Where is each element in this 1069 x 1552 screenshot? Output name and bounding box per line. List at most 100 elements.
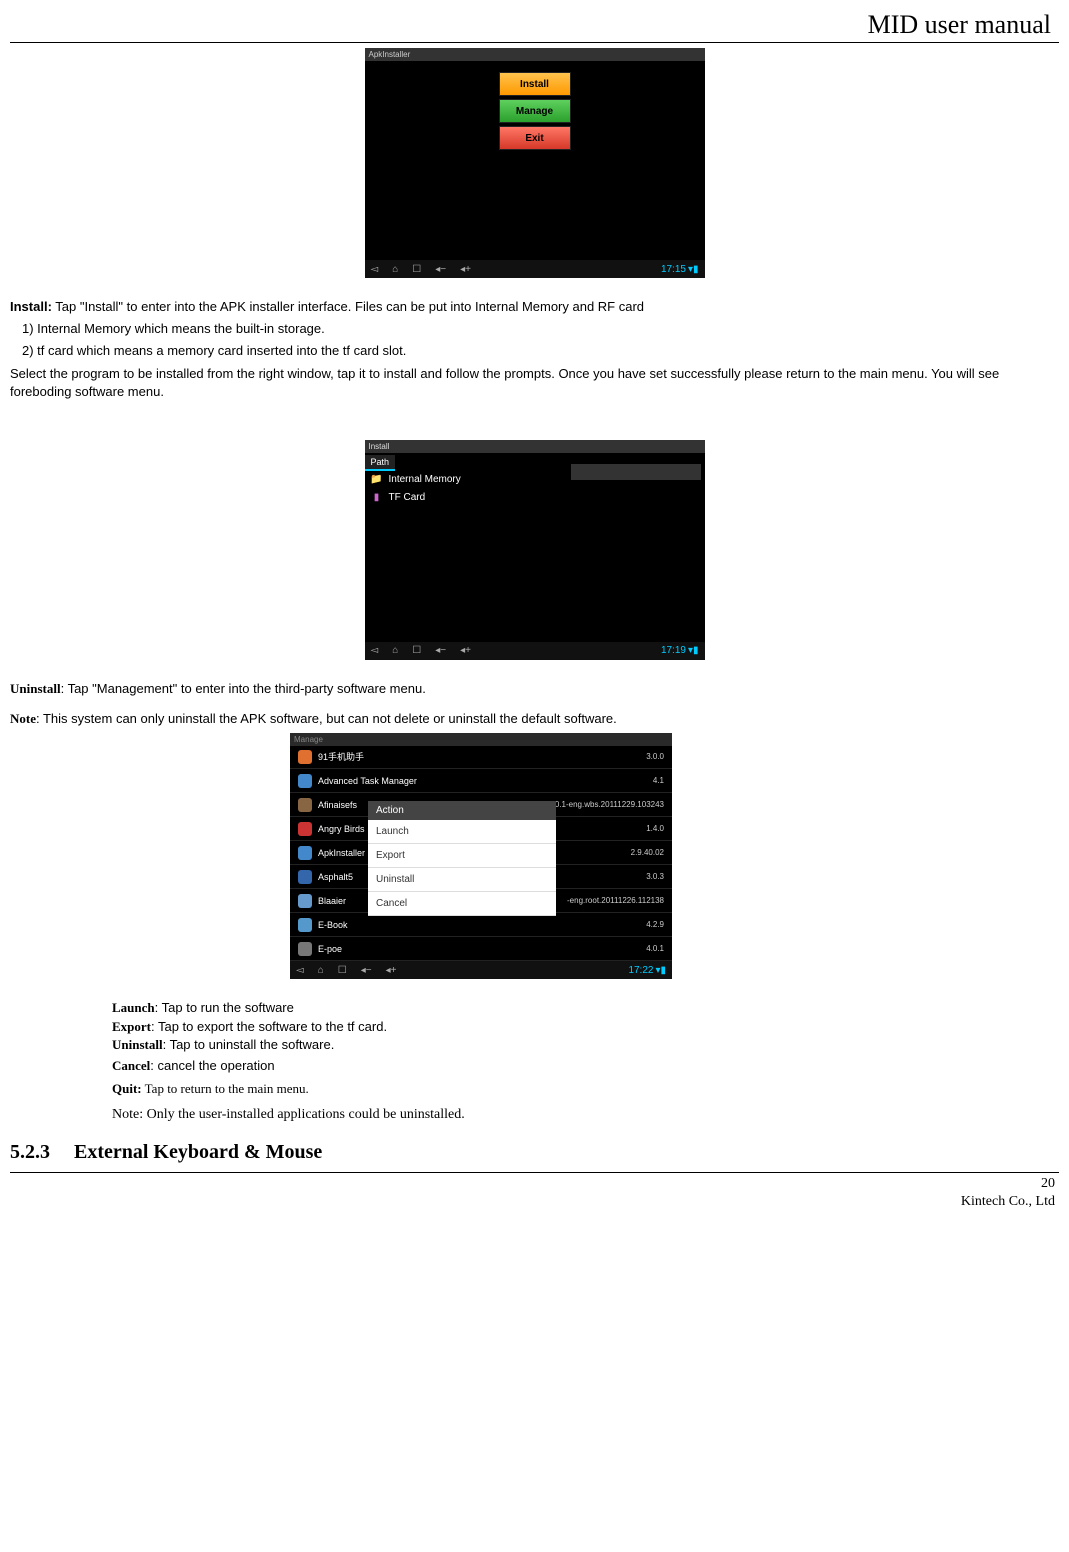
install-paragraph: Install: Tap "Install" to enter into the… [10, 298, 1059, 316]
wifi-icon: ▾▮ [655, 965, 666, 976]
exit-button[interactable]: Exit [499, 126, 571, 150]
app-icon [298, 822, 312, 836]
export-label: Export [112, 1019, 151, 1034]
clock-label: 17:22 ▾▮ [628, 965, 666, 976]
home-icon[interactable]: ⌂ [318, 965, 324, 976]
install-button[interactable]: Install [499, 72, 571, 96]
uninstall-action-label: Uninstall [112, 1037, 163, 1052]
vol-up-icon[interactable]: ◂+ [460, 264, 471, 275]
recent-icon[interactable]: ☐ [412, 645, 421, 656]
app-version: 4.2.9 [646, 920, 664, 929]
page-header-title: MID user manual [10, 10, 1051, 40]
action-menu: Action Launch Export Uninstall Cancel [368, 801, 556, 916]
screenshot-manage-apps: Manage 91手机助手3.0.0Advanced Task Manager4… [290, 733, 672, 979]
app-version: 3.0.0 [646, 752, 664, 761]
uninstall-paragraph: Uninstall: Tap "Management" to enter int… [10, 680, 1059, 698]
manage-button[interactable]: Manage [499, 99, 571, 123]
back-icon[interactable]: ◅ [371, 264, 379, 275]
menu-item-export[interactable]: Export [368, 844, 556, 868]
app-icon [298, 918, 312, 932]
app-row[interactable]: 91手机助手 3.0.0 [290, 745, 672, 769]
vol-up-icon[interactable]: ◂+ [460, 645, 471, 656]
note-paragraph: Note: This system can only uninstall the… [10, 710, 1059, 728]
quit-label: Quit: [112, 1081, 142, 1096]
app-name: Blaaier [318, 896, 346, 906]
company-name: Kintech Co., Ltd [10, 1193, 1055, 1211]
sc3-navbar: ◅ ⌂ ☐ ◂− ◂+ 17:22 ▾▮ [290, 961, 672, 979]
launch-text: : Tap to run the software [155, 1000, 294, 1015]
clock-text: 17:22 [628, 965, 653, 976]
app-name: E-poe [318, 944, 342, 954]
export-text: : Tap to export the software to the tf c… [151, 1019, 387, 1034]
wifi-icon: ▾▮ [688, 645, 699, 656]
sc2-row1-label: Internal Memory [389, 474, 461, 485]
app-version: 2.9.40.02 [631, 848, 664, 857]
clock-label: 17:19 ▾▮ [661, 645, 699, 656]
install-label: Install: [10, 299, 52, 314]
folder-icon: 📁 [371, 474, 383, 486]
cancel-text: : cancel the operation [150, 1058, 274, 1073]
screenshot-install-path: Install Path 📁 Internal Memory ▮ TF Card… [365, 440, 705, 660]
menu-item-launch[interactable]: Launch [368, 820, 556, 844]
sc2-tab-path[interactable]: Path [365, 455, 396, 471]
app-row[interactable]: E-poe4.0.1 [290, 937, 672, 961]
home-icon[interactable]: ⌂ [392, 645, 398, 656]
screenshot-apk-installer-main: ApkInstaller Install Manage Exit ◅ ⌂ ☐ ◂… [365, 48, 705, 278]
vol-down-icon[interactable]: ◂− [435, 645, 446, 656]
home-icon[interactable]: ⌂ [392, 264, 398, 275]
app-icon [298, 846, 312, 860]
launch-label: Launch [112, 1000, 155, 1015]
menu-item-cancel[interactable]: Cancel [368, 892, 556, 916]
app-icon [298, 894, 312, 908]
uninstall-text: : Tap "Management" to enter into the thi… [61, 681, 426, 696]
app-name: Asphalt5 [318, 872, 353, 882]
sc2-header: Install [365, 440, 705, 453]
sc2-row2-label: TF Card [389, 492, 426, 503]
vol-down-icon[interactable]: ◂− [361, 965, 372, 976]
app-row[interactable]: Advanced Task Manager4.1 [290, 769, 672, 793]
clock-text: 17:15 [661, 264, 686, 275]
note-label: Note [10, 711, 36, 726]
cancel-label: Cancel [112, 1058, 150, 1073]
quit-text: Tap to return to the main menu. [142, 1081, 309, 1096]
sc2-row-tfcard[interactable]: ▮ TF Card [365, 489, 705, 507]
app-name: 91手机助手 [318, 750, 364, 763]
footer-divider [10, 1172, 1059, 1173]
app-name: Angry Birds [318, 824, 365, 834]
app-icon [298, 774, 312, 788]
app-icon [298, 750, 312, 764]
sc1-navbar: ◅ ⌂ ☐ ◂− ◂+ 17:15 ▾▮ [365, 260, 705, 278]
app-row[interactable]: E-Book4.2.9 [290, 913, 672, 937]
section-number: 5.2.3 [10, 1141, 50, 1164]
vol-down-icon[interactable]: ◂− [435, 264, 446, 275]
app-version: 4.0.1-eng.wbs.20111229.103243 [548, 800, 664, 809]
page-footer: 20 Kintech Co., Ltd [10, 1175, 1055, 1211]
vol-up-icon[interactable]: ◂+ [386, 965, 397, 976]
back-icon[interactable]: ◅ [371, 645, 379, 656]
app-version: -eng.root.20111226.112138 [567, 896, 664, 905]
app-name: Afinaisefs [318, 800, 357, 810]
sdcard-icon: ▮ [371, 492, 383, 504]
body-line-1: 1) Internal Memory which means the built… [22, 320, 1059, 338]
recent-icon[interactable]: ☐ [412, 264, 421, 275]
app-icon [298, 942, 312, 956]
header-divider [10, 42, 1059, 43]
action-definitions: Launch: Tap to run the software Export: … [112, 999, 1059, 1097]
sc2-right-panel [571, 464, 701, 480]
uninstall-action-text: : Tap to uninstall the software. [163, 1037, 335, 1052]
recent-icon[interactable]: ☐ [338, 965, 347, 976]
section-heading: 5.2.3 External Keyboard & Mouse [10, 1141, 1059, 1164]
app-version: 3.0.3 [646, 872, 664, 881]
menu-item-uninstall[interactable]: Uninstall [368, 868, 556, 892]
app-name: ApkInstaller [318, 848, 365, 858]
sc2-navbar: ◅ ⌂ ☐ ◂− ◂+ 17:19 ▾▮ [365, 642, 705, 660]
app-icon [298, 870, 312, 884]
back-icon[interactable]: ◅ [296, 965, 304, 976]
app-version: 1.4.0 [646, 824, 664, 833]
section-title: External Keyboard & Mouse [74, 1141, 322, 1163]
clock-label: 17:15 ▾▮ [661, 264, 699, 275]
uninstall-label: Uninstall [10, 681, 61, 696]
action-menu-title: Action [368, 801, 556, 820]
app-icon [298, 798, 312, 812]
body-para-2: Select the program to be installed from … [10, 365, 1059, 401]
